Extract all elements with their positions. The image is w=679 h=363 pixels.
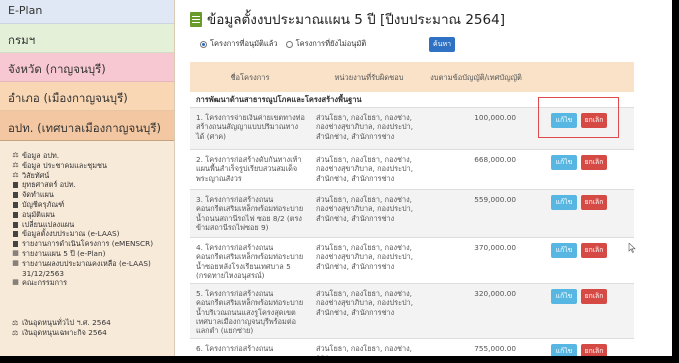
sidebar-item-vision[interactable]: ⚖ วิสัยทัศน์	[12, 171, 174, 181]
sidebar-level-district[interactable]: อำเภอ (เมืองกาญจนบุรี)	[0, 82, 174, 111]
responsible-unit: ส่วนโยธา, กองโยธา, กองช่าง, กองช่างสุขาภ…	[316, 113, 414, 141]
budget-amount: 100,000.00	[474, 113, 516, 122]
responsible-unit: ส่วนโยธา, กองโยธา, กองช่าง, กอง	[316, 344, 412, 356]
sitemap-icon: ⚖	[12, 319, 19, 327]
app-window: E-Plan กรมฯ จังหวัด (กาญจนบุรี) อำเภอ (เ…	[0, 0, 672, 356]
sitemap-icon: ⚖	[12, 151, 19, 159]
row-actions: แก้ไข ยกเลิก	[524, 108, 634, 149]
project-name: 3. โครงการก่อสร้างถนนคอนกรีตเสริมเหล็กพร…	[196, 195, 304, 232]
project-name: 5. โครงการก่อสร้างถนนคอนกรีตเสริมเหล็กพร…	[196, 289, 304, 336]
main-content: ข้อมูลตั้งงบประมาณแผน 5 ปี [ปีงบประมาณ 2…	[186, 0, 672, 356]
budget-amount: 320,000.00	[474, 289, 516, 298]
sidebar-item-general-subsidy[interactable]: ⚖ เงินอุดหนุนทั่วไป ฯ.ศ. 2564	[12, 318, 111, 328]
sidebar-item-make-plan[interactable]: จัดทำแผน	[12, 190, 174, 200]
mouse-cursor-icon	[628, 243, 636, 253]
radio-not-approved-label[interactable]: โครงการที่ยังไม่อนุมัติ	[296, 38, 367, 50]
responsible-unit: ส่วนโยธา, กองโยธา, กองช่าง, กองช่างสุขาภ…	[316, 243, 414, 271]
bookmark-icon	[13, 221, 18, 228]
sidebar-item-equipment[interactable]: บัญชีครุภัณฑ์	[12, 200, 174, 210]
sitemap-icon: ⚖	[12, 329, 19, 337]
sidebar-item-change-plan[interactable]: เปลี่ยนแปลงแผน	[12, 220, 174, 230]
edit-button[interactable]: แก้ไข	[551, 155, 577, 170]
project-name: 1. โครงการจ่ายเงินค่ายเขตทางท่อสร้างถนนส…	[196, 113, 305, 141]
approval-filter: โครงการที่อนุมัติแล้ว โครงการที่ยังไม่อน…	[200, 38, 374, 50]
sidebar-item-community-info[interactable]: ⚖ ข้อมูล ประชาคมและชุมชน	[12, 161, 174, 171]
row-actions: แก้ไข ยกเลิก	[524, 190, 634, 237]
budget-table: ชื่อโครงการ หน่วยงานที่รับผิดชอบ งบตามข้…	[190, 62, 634, 356]
table-icon: ▦	[12, 278, 19, 287]
header-project-name: ชื่อโครงการ	[230, 72, 270, 82]
page-title: ข้อมูลตั้งงบประมาณแผน 5 ปี [ปีงบประมาณ 2…	[207, 12, 505, 28]
edit-button[interactable]: แก้ไข	[551, 243, 577, 258]
sidebar-item-org-info[interactable]: ⚖ ข้อมูล อปท.	[12, 151, 174, 161]
row-actions: แก้ไข ยกเลิก	[524, 284, 634, 338]
section-heading: การพัฒนาด้านสาธารณูปโภคและโครงสร้างพื้นฐ…	[190, 92, 634, 108]
cancel-button[interactable]: ยกเลิก	[581, 243, 607, 258]
bookmark-icon	[13, 211, 18, 218]
sidebar-item-committee[interactable]: ▦ คณะกรรมการ	[12, 278, 174, 288]
bookmark-icon	[13, 192, 18, 199]
sidebar-item-specific-subsidy[interactable]: ⚖ เงินอุดหนุนเฉพาะกิจ 2564	[12, 328, 111, 338]
sidebar-item-report-remaining[interactable]: ▦ รายงานผลงบประมาณคงเหลือ (e-LAAS) 31/12/…	[12, 259, 172, 279]
radio-not-approved[interactable]	[285, 40, 293, 48]
sidebar-level-province[interactable]: จังหวัด (กาญจนบุรี)	[0, 53, 174, 82]
cancel-button[interactable]: ยกเลิก	[581, 113, 607, 128]
bookmark-icon	[13, 231, 18, 238]
sidebar-menu-subsidy: ⚖ เงินอุดหนุนทั่วไป ฯ.ศ. 2564 ⚖ เงินอุดหนุ…	[12, 318, 111, 338]
edit-button[interactable]: แก้ไข	[551, 289, 577, 304]
search-button[interactable]: ค้นหา	[429, 37, 455, 52]
table-icon: ▦	[12, 248, 19, 257]
sitemap-icon: ⚖	[12, 160, 19, 169]
document-icon	[190, 11, 202, 27]
table-row: 6. โครงการก่อสร้างถนน ส่วนโยธา, กองโยธา,…	[190, 339, 634, 356]
bookmark-icon	[13, 182, 18, 189]
sidebar-item-approve-plan[interactable]: อนุมัติแผน	[12, 210, 174, 220]
sidebar: E-Plan กรมฯ จังหวัด (กาญจนบุรี) อำเภอ (เ…	[0, 0, 175, 356]
responsible-unit: ส่วนโยธา, กองโยธา, กองช่าง, กองช่างสุขาภ…	[316, 155, 414, 183]
bookmark-icon	[13, 241, 18, 248]
cancel-button[interactable]: ยกเลิก	[581, 289, 607, 304]
budget-amount: 370,000.00	[474, 243, 516, 252]
table-row: 2. โครงการก่อสร้างดับกันทางเท้าแผนพื้นสำ…	[190, 150, 634, 190]
cancel-button[interactable]: ยกเลิก	[581, 155, 607, 170]
row-actions: แก้ไข ยกเลิก	[524, 238, 634, 283]
sidebar-level-department[interactable]: กรมฯ	[0, 24, 174, 53]
responsible-unit: ส่วนโยธา, กองโยธา, กองช่าง, กองช่างสุขาภ…	[316, 195, 414, 223]
project-name: 4. โครงการก่อสร้างถนนคอนกรีตเสริมเหล็กพร…	[196, 243, 304, 280]
project-name: 2. โครงการก่อสร้างดับกันทางเท้าแผนพื้นสำ…	[196, 155, 302, 183]
sidebar-level-local-org[interactable]: อปท. (เทศบาลเมืองกาญจนบุรี)	[0, 111, 174, 141]
cancel-button[interactable]: ยกเลิก	[581, 195, 607, 210]
responsible-unit: ส่วนโยธา, กองโยธา, กองช่าง, กองช่างสุขาภ…	[316, 289, 414, 317]
radio-approved[interactable]	[200, 40, 207, 48]
row-actions: แก้ไข ยกเลิก	[524, 150, 634, 189]
table-row: 1. โครงการจ่ายเงินค่ายเขตทางท่อสร้างถนนส…	[190, 108, 634, 150]
project-name: 6. โครงการก่อสร้างถนน	[196, 344, 274, 353]
row-actions: แก้ไข ยกเลิก	[524, 339, 634, 356]
edit-button[interactable]: แก้ไข	[551, 344, 577, 356]
header-actions	[524, 62, 634, 92]
header-budget: งบตามข้อบัญญัติ/เทศบัญญัติ	[430, 72, 522, 82]
sidebar-item-emenscr[interactable]: รายงานการดำเนินโครงการ (eMENSCR)	[12, 239, 174, 249]
sitemap-icon: ⚖	[12, 170, 19, 179]
sidebar-menu: ⚖ ข้อมูล อปท. ⚖ ข้อมูล ประชาคมและชุมชน ⚖ วิ…	[0, 141, 174, 288]
budget-amount: 755,000.00	[474, 344, 516, 353]
budget-amount: 559,000.00	[474, 195, 516, 204]
table-header: ชื่อโครงการ หน่วยงานที่รับผิดชอบ งบตามข้…	[190, 62, 634, 92]
table-row: 4. โครงการก่อสร้างถนนคอนกรีตเสริมเหล็กพร…	[190, 238, 634, 284]
sidebar-item-budget-laas[interactable]: ข้อมูลตั้งงบประมาณ (e-LAAS)	[12, 229, 174, 239]
table-row: 5. โครงการก่อสร้างถนนคอนกรีตเสริมเหล็กพร…	[190, 284, 634, 339]
page-header: ข้อมูลตั้งงบประมาณแผน 5 ปี [ปีงบประมาณ 2…	[190, 8, 505, 30]
sidebar-level-eplan[interactable]: E-Plan	[0, 0, 174, 24]
bookmark-icon	[13, 201, 18, 208]
table-row: 3. โครงการก่อสร้างถนนคอนกรีตเสริมเหล็กพร…	[190, 190, 634, 238]
cancel-button[interactable]: ยกเลิก	[581, 344, 607, 356]
sidebar-item-report-eplan[interactable]: ▦ รายงานแผน 5 ปี (e-Plan)	[12, 249, 174, 259]
table-icon: ▦	[12, 258, 19, 267]
edit-button[interactable]: แก้ไข	[551, 113, 577, 128]
header-responsible-unit: หน่วยงานที่รับผิดชอบ	[334, 72, 404, 82]
sidebar-item-strategy[interactable]: ยุทธศาสตร์ อปท.	[12, 180, 174, 190]
edit-button[interactable]: แก้ไข	[551, 195, 577, 210]
budget-amount: 668,000.00	[474, 155, 516, 164]
radio-approved-label[interactable]: โครงการที่อนุมัติแล้ว	[210, 38, 278, 50]
